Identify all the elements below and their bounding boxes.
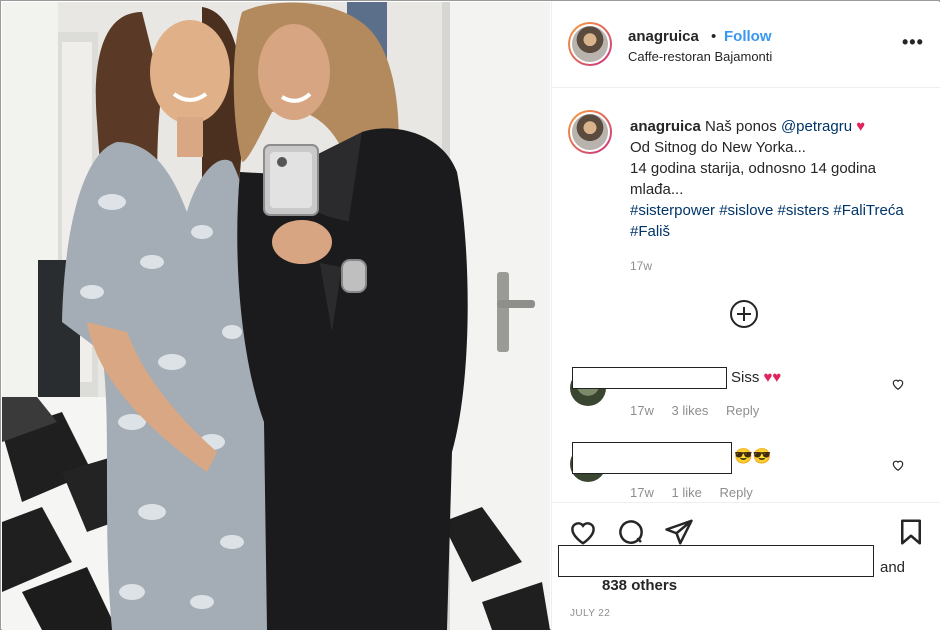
likes-and-text: and xyxy=(880,559,906,576)
comment-text: 😎😎 xyxy=(734,447,771,465)
hearts-emoji-icon: ♥♥ xyxy=(763,369,782,386)
comment-meta: 17w 1 like Reply xyxy=(630,485,767,500)
comment-text: Siss ♥♥ xyxy=(731,369,782,386)
comment-item: 😎😎 17w 1 like Reply xyxy=(552,438,940,502)
comment-meta: 17w 3 likes Reply xyxy=(630,403,773,418)
comment-icon[interactable] xyxy=(616,517,646,547)
comment-item: Siss ♥♥ 17w 3 likes Reply xyxy=(552,362,940,426)
likes-summary: and xyxy=(558,545,938,581)
redacted-liker-names xyxy=(558,545,874,577)
caption-text: anagruica Naš ponos @petragru ♥ Od Sitno… xyxy=(630,116,930,242)
instagram-post: anagruica • Follow Caffe-restoran Bajamo… xyxy=(0,0,940,630)
post-actions: and 838 others JULY 22 xyxy=(552,502,940,630)
heart-emoji-icon: ♥ xyxy=(856,118,866,135)
comment-age[interactable]: 17w xyxy=(630,403,654,418)
follow-button[interactable]: Follow xyxy=(724,28,772,45)
share-icon[interactable] xyxy=(664,517,694,547)
caption-line-3: 14 godina starija, odnosno 14 godina mla… xyxy=(630,160,877,198)
caption-username[interactable]: anagruica xyxy=(630,118,701,135)
caption-hashtags[interactable]: #sisterpower #sislove #sisters #FaliTreć… xyxy=(630,202,904,240)
mirror-selfie-image xyxy=(2,2,550,630)
heart-icon[interactable] xyxy=(568,517,598,547)
author-username[interactable]: anagruica xyxy=(628,28,699,45)
likes-others-link[interactable]: 838 others xyxy=(602,577,677,594)
comment-age[interactable]: 17w xyxy=(630,485,654,500)
sunglasses-emoji-icon: 😎😎 xyxy=(734,448,772,465)
separator-dot: • xyxy=(711,28,717,45)
caption-line-1: Naš ponos xyxy=(705,118,781,135)
caption-age[interactable]: 17w xyxy=(630,259,652,273)
post-location[interactable]: Caffe-restoran Bajamonti xyxy=(628,49,772,64)
comment-likes[interactable]: 1 like xyxy=(671,485,701,500)
post-caption: anagruica Naš ponos @petragru ♥ Od Sitno… xyxy=(552,88,940,348)
comment-likes[interactable]: 3 likes xyxy=(671,403,708,418)
redacted-username xyxy=(572,367,727,389)
author-avatar[interactable] xyxy=(568,22,612,66)
reply-button[interactable]: Reply xyxy=(719,485,752,500)
more-options-icon[interactable]: ••• xyxy=(902,32,924,53)
add-circle-icon[interactable] xyxy=(730,300,758,328)
bookmark-icon[interactable] xyxy=(896,517,926,547)
caption-author-avatar[interactable] xyxy=(568,110,612,154)
post-date[interactable]: JULY 22 xyxy=(570,608,610,619)
comment-like-heart-icon[interactable] xyxy=(891,377,905,391)
post-photo[interactable] xyxy=(2,2,550,630)
post-side-panel: anagruica • Follow Caffe-restoran Bajamo… xyxy=(551,2,940,630)
caption-mention[interactable]: @petragru xyxy=(781,118,852,135)
post-header: anagruica • Follow Caffe-restoran Bajamo… xyxy=(552,2,940,88)
reply-button[interactable]: Reply xyxy=(726,403,759,418)
caption-line-2: Od Sitnog do New Yorka... xyxy=(630,139,806,156)
redacted-username xyxy=(572,442,732,474)
comment-like-heart-icon[interactable] xyxy=(891,458,905,472)
